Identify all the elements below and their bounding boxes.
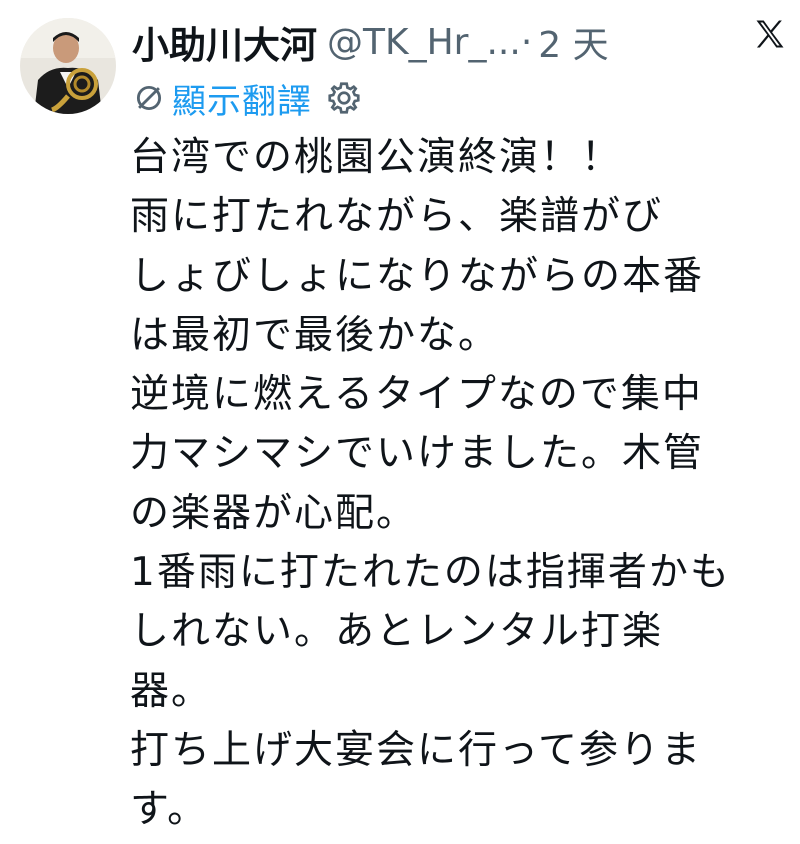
tweet-text-line: 器。 [130, 668, 213, 714]
tweet-header: 小助川大河 @TK_Hr_... · 2 天 [132, 14, 780, 70]
tweet-text-line: の楽器が心配。 [130, 490, 418, 536]
tweet-text-line: 1番雨に打たれたのは指揮者かも [130, 550, 731, 596]
tweet-text-line: 台湾での桃園公演終演！！ [130, 135, 623, 180]
tweet-text-line: 逆境に燃えるタイプなので集中 [130, 372, 703, 418]
translate-icon [136, 85, 162, 111]
tweet-text-line: 雨に打たれながら、楽譜がび [130, 194, 664, 240]
tweet-text-line: 打ち上げ大宴会に行って参りま [130, 727, 703, 773]
tweet-text-line: しょびしょになりながらの本番 [130, 253, 705, 299]
avatar[interactable] [20, 18, 116, 114]
post-timestamp[interactable]: 2 天 [538, 16, 608, 68]
author-display-name[interactable]: 小助川大河 [132, 15, 317, 69]
separator-dot: · [520, 21, 533, 63]
tweet-text-line: す。 [130, 787, 209, 833]
author-handle[interactable]: @TK_Hr_... [327, 22, 521, 63]
tweet-body: 台湾での桃園公演終演！！ 雨に打たれながら、楽譜がび しょびしょになりながらの本… [130, 128, 770, 840]
translate-row: 顯示翻譯 [132, 74, 362, 122]
tweet-text-line: は最初で最後かな。 [130, 312, 500, 358]
x-logo-icon [756, 20, 784, 48]
show-translation-link[interactable]: 顯示翻譯 [172, 74, 312, 123]
gear-icon[interactable] [326, 80, 362, 116]
tweet-text-line: しれない。あとレンタル打楽 [130, 609, 664, 655]
tweet-text-line: 力マシマシでいけました。木管 [130, 431, 705, 477]
